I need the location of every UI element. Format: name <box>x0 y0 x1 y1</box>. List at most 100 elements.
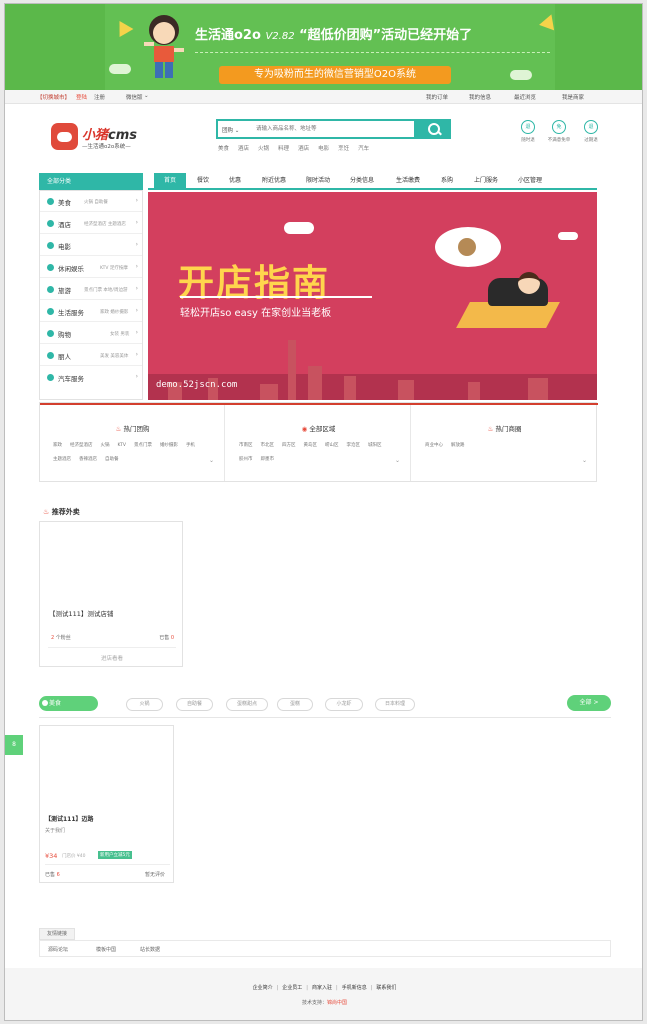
switch-city-link[interactable]: 【切换城市】 <box>37 93 70 101</box>
chevron-down-icon[interactable]: ⌄ <box>582 457 587 464</box>
panel-link[interactable]: 商业中心 <box>425 442 443 448</box>
panel-link[interactable]: 李沧区 <box>347 442 361 448</box>
nav-tab[interactable]: 优惠 <box>222 173 248 188</box>
promo-banner[interactable]: 生活通o2o V2.82 “超低价团购”活动已经开始了 专为吸粉而生的微信营销型… <box>5 4 642 90</box>
friend-link[interactable]: 站长数据 <box>140 946 160 953</box>
nav-tab[interactable]: 系购 <box>434 173 460 188</box>
all-categories-button[interactable]: 全部分类 <box>39 173 143 190</box>
filter-pill[interactable]: 火锅 <box>126 698 163 711</box>
sidebar-item-travel[interactable]: 旅游 景点门票 本地/周边游 › <box>40 279 142 300</box>
panel-link[interactable]: 经济型酒店 <box>70 442 93 448</box>
shop-card[interactable]: 【测试111】测试店铺 2 个粉丝 已售 0 进店看看 <box>39 521 183 667</box>
nav-tab[interactable]: 附近优惠 <box>256 173 292 188</box>
support-link[interactable]: 锦尚中国 <box>327 1000 347 1006</box>
hot-keyword[interactable]: 汽车 <box>358 146 369 152</box>
panel-link[interactable]: 家政 <box>53 442 62 448</box>
sidebar-item-auto[interactable]: 汽车服务 › <box>40 367 142 388</box>
nav-tab-home[interactable]: 首页 <box>154 173 186 188</box>
filter-pill[interactable]: 蛋糕 <box>277 698 313 711</box>
panel-link[interactable]: 即墨市 <box>261 456 275 462</box>
nav-tab[interactable]: 上门服务 <box>468 173 504 188</box>
hot-keyword[interactable]: 火锅 <box>258 146 269 152</box>
nav-tab[interactable]: 餐饮 <box>190 173 216 188</box>
hot-keyword[interactable]: 料理 <box>278 146 289 152</box>
sidebar-item-shopping[interactable]: 购物 女装 男装 › <box>40 323 142 344</box>
panel-link[interactable]: 崂山区 <box>325 442 339 448</box>
chevron-down-icon: ⌄ <box>144 93 149 99</box>
filter-pill[interactable]: 蛋糕甜点 <box>226 698 268 711</box>
panel-link[interactable]: 自助餐 <box>105 456 119 462</box>
footer-link[interactable]: 商家入驻 <box>312 985 332 991</box>
sidebar-item-hotel[interactable]: 酒店 经济型酒店 主题酒店 › <box>40 213 142 234</box>
sidebar-item-movie[interactable]: 电影 › <box>40 235 142 256</box>
panel-link[interactable]: 黄岛区 <box>304 442 318 448</box>
visit-shop-link[interactable]: 进店看看 <box>40 654 184 662</box>
filter-pill[interactable]: 自助餐 <box>176 698 213 711</box>
panel-link[interactable]: 解放路 <box>451 442 465 448</box>
footer-link[interactable]: 手机新信息 <box>342 985 367 991</box>
panel-link[interactable]: 主题酒店 <box>53 456 71 462</box>
friend-link[interactable]: 源码论坛 <box>48 946 68 953</box>
panel-title-text: 全部区域 <box>309 425 336 433</box>
nav-tab[interactable]: 限时活动 <box>300 173 336 188</box>
separator: | <box>276 985 279 991</box>
sidebar-item-beauty[interactable]: 丽人 美发 美容美体 › <box>40 345 142 366</box>
filter-pill[interactable]: 小龙虾 <box>325 698 363 711</box>
search-category-select[interactable]: 团购 ⌄ <box>222 126 239 134</box>
sidebar-item-leisure[interactable]: 休闲娱乐 KTV 足疗按摩 › <box>40 257 142 278</box>
hot-keyword[interactable]: 酒店 <box>238 146 249 152</box>
view-all-button[interactable]: 全部 > <box>567 695 611 711</box>
hot-groupbuy-panel: ♨ 热门团购 家政 经济型酒店 火锅 KTV 景点门票 婚纱摄影 手机主题酒店 香辣酒店 自助餐… <box>40 405 225 481</box>
search-button[interactable] <box>416 119 451 139</box>
my-info-link[interactable]: 我的信息 <box>469 93 491 101</box>
hot-keyword[interactable]: 酒店 <box>298 146 309 152</box>
side-float-tab[interactable]: 8 <box>5 735 23 755</box>
footer-link[interactable]: 企业员工 <box>282 985 302 991</box>
sidebar-item-food[interactable]: 美食 火锅 自助餐 › <box>40 191 142 212</box>
panel-link[interactable]: 市北区 <box>261 442 275 448</box>
site-logo[interactable]: 小猪cms —生活通o2o系统— <box>51 123 161 153</box>
recent-viewed-link[interactable]: 最近浏览 <box>514 93 536 101</box>
panel-link[interactable]: 手机 <box>186 442 195 448</box>
page-frame: 生活通o2o V2.82 “超低价团购”活动已经开始了 专为吸粉而生的微信营销型… <box>4 3 643 1021</box>
filter-pill[interactable]: 日本料理 <box>375 698 415 711</box>
hero-banner[interactable]: 开店指南 轻松开店so easy 在家创业当老板 demo.52jscn.com <box>148 192 597 400</box>
friend-link[interactable]: 模板中国 <box>96 946 116 953</box>
register-link[interactable]: 注册 <box>94 93 105 101</box>
panel-link[interactable]: 市南区 <box>239 442 253 448</box>
chevron-right-icon: › <box>135 241 138 248</box>
deal-name: 【测试111】迈路 <box>45 816 94 823</box>
login-link[interactable]: 登陆 <box>76 93 87 101</box>
panel-link[interactable]: 胶州市 <box>239 456 253 462</box>
badge-label: 随时退 <box>521 138 535 143</box>
free-if-unsatisfied-badge[interactable]: 免 不满意免单 <box>544 120 574 143</box>
hot-keyword[interactable]: 电影 <box>318 146 329 152</box>
nav-tab[interactable]: 生活缴费 <box>390 173 426 188</box>
deal-card[interactable]: 【测试111】迈路 关于我们 ¥34 门店价 ¥40 新用户立减5元 已售 6 … <box>39 725 174 883</box>
chevron-down-icon: ⌄ <box>234 128 240 134</box>
panel-link[interactable]: 城阳区 <box>368 442 382 448</box>
sidebar-item-services[interactable]: 生活服务 家政 婚纱摄影 › <box>40 301 142 322</box>
panel-link[interactable]: 景点门票 <box>134 442 152 448</box>
hot-keyword[interactable]: 美食 <box>218 146 229 152</box>
panel-link[interactable]: 火锅 <box>101 442 110 448</box>
chevron-down-icon[interactable]: ⌄ <box>395 457 400 464</box>
footer-link[interactable]: 企业简介 <box>253 985 273 991</box>
chevron-down-icon[interactable]: ⌄ <box>209 457 214 464</box>
wechat-version-link[interactable]: 微信版 <box>126 93 143 101</box>
fire-icon: ♨ <box>43 508 50 516</box>
panel-link[interactable]: 四方区 <box>282 442 296 448</box>
hot-keyword[interactable]: 烹饪 <box>338 146 349 152</box>
refund-expired-badge[interactable]: 退 过期退 <box>576 120 606 143</box>
footer-link[interactable]: 联系我们 <box>376 985 396 991</box>
filter-active-food[interactable]: 美食 <box>39 696 98 711</box>
my-orders-link[interactable]: 我的订单 <box>426 93 448 101</box>
panel-link[interactable]: 婚纱摄影 <box>160 442 178 448</box>
search-input[interactable] <box>256 123 406 135</box>
nav-tab[interactable]: 小区管理 <box>512 173 548 188</box>
panel-link[interactable]: KTV <box>118 443 126 448</box>
merchant-link[interactable]: 我是商家 <box>562 93 584 101</box>
nav-tab[interactable]: 分类信息 <box>344 173 380 188</box>
refund-anytime-badge[interactable]: 退 随时退 <box>513 120 543 143</box>
panel-link[interactable]: 香辣酒店 <box>79 456 97 462</box>
